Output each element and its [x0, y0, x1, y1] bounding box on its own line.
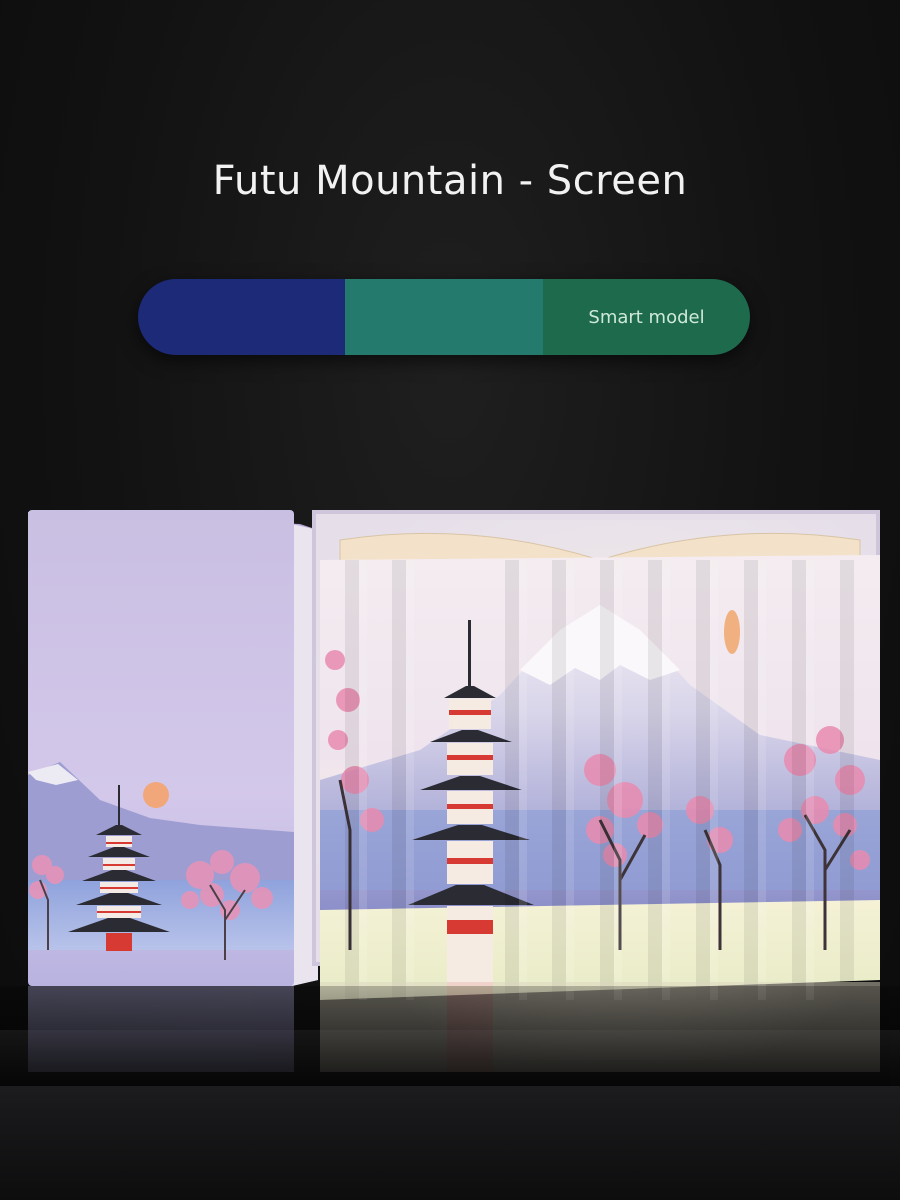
product-illustration: [0, 510, 900, 1086]
closed-book: [28, 510, 318, 986]
reflection: [0, 982, 900, 1086]
mode-segment-blue[interactable]: [138, 279, 345, 355]
mode-segment-teal[interactable]: [345, 279, 543, 355]
open-book: [312, 510, 880, 1060]
smart-model-segment[interactable]: Smart model: [543, 279, 750, 355]
page-title: Futu Mountain - Screen: [212, 158, 688, 204]
mode-selector-bar[interactable]: Smart model: [138, 279, 750, 355]
smart-model-label: Smart model: [588, 306, 705, 328]
